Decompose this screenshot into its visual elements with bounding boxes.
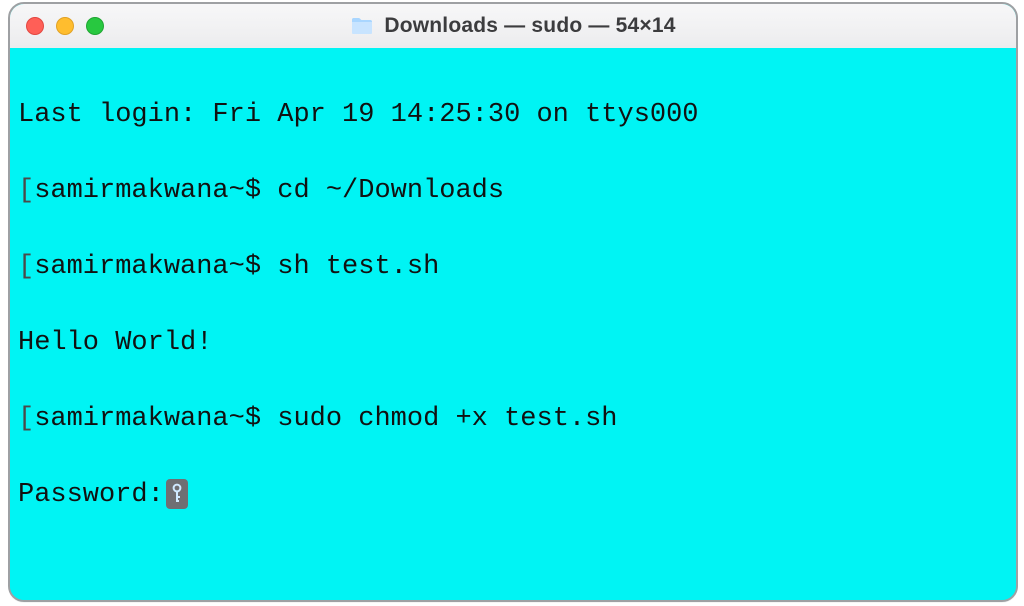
prompt-bracket: [ <box>18 176 34 206</box>
prompt: samirmakwana~$ <box>34 252 277 282</box>
last-login-line: Last login: Fri Apr 19 14:25:30 on ttys0… <box>18 96 1010 134</box>
prompt: samirmakwana~$ <box>34 404 277 434</box>
password-label: Password: <box>18 480 164 510</box>
output-line: Hello World! <box>18 324 1010 362</box>
terminal-window: Downloads — sudo — 54×14 Last login: Fri… <box>8 2 1018 602</box>
command-line-2: [samirmakwana~$ sh test.sh <box>18 248 1010 286</box>
titlebar: Downloads — sudo — 54×14 <box>10 4 1016 49</box>
prompt-bracket: [ <box>18 252 34 282</box>
terminal-body[interactable]: Last login: Fri Apr 19 14:25:30 on ttys0… <box>10 48 1016 600</box>
folder-icon <box>350 16 374 36</box>
command-text: sudo chmod +x test.sh <box>277 404 617 434</box>
zoom-button[interactable] <box>86 17 104 35</box>
minimize-button[interactable] <box>56 17 74 35</box>
prompt-bracket: [ <box>18 404 34 434</box>
key-icon <box>166 479 188 509</box>
command-text: cd ~/Downloads <box>277 176 504 206</box>
command-text: sh test.sh <box>277 252 439 282</box>
password-prompt-line: Password: <box>18 476 1010 514</box>
window-title: Downloads — sudo — 54×14 <box>384 14 675 38</box>
command-line-1: [samirmakwana~$ cd ~/Downloads <box>18 172 1010 210</box>
traffic-lights <box>26 17 104 35</box>
prompt: samirmakwana~$ <box>34 176 277 206</box>
command-line-3: [samirmakwana~$ sudo chmod +x test.sh <box>18 400 1010 438</box>
close-button[interactable] <box>26 17 44 35</box>
